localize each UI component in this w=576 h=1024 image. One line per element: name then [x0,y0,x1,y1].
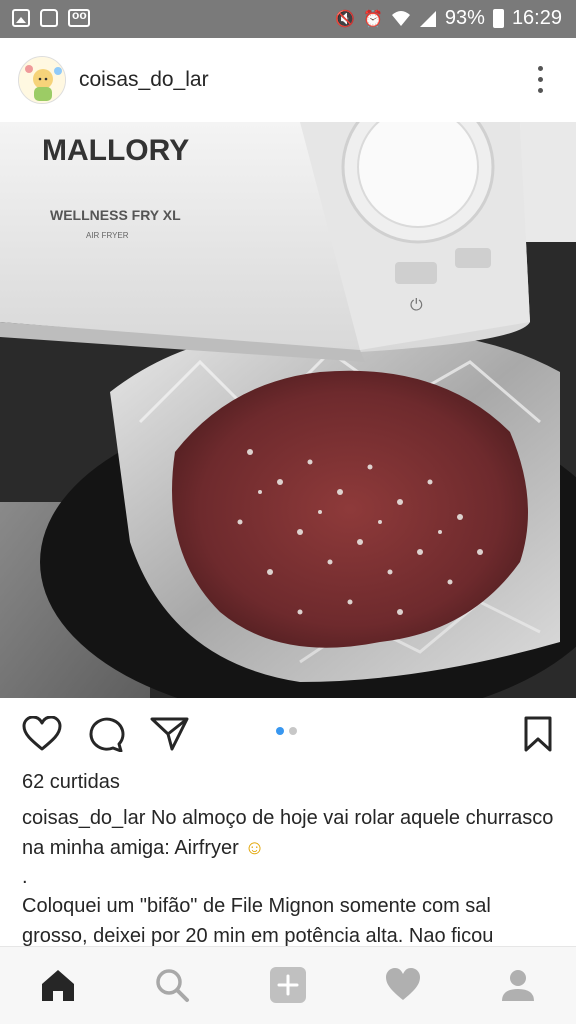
like-icon[interactable] [22,715,62,752]
status-system: 🔇 ⏰ 93% 16:29 [335,7,562,30]
clock: 16:29 [511,7,562,29]
profile-icon[interactable] [498,965,538,1005]
svg-text:⏻: ⏻ [410,295,423,314]
home-icon[interactable] [38,965,78,1005]
carousel-dot-active [276,727,284,735]
post-caption: coisas_do_lar No almoço de hoje vai rola… [22,803,558,951]
caption-username[interactable]: coisas_do_lar [22,807,145,829]
search-icon[interactable] [152,965,192,1005]
alarm-icon: ⏰ [362,9,383,28]
share-icon[interactable] [150,716,190,752]
photo-sub-text: AIR FRYER [86,231,129,240]
bottom-navigation [0,946,576,1024]
photo-model-text: WELLNESS FRY XL [50,207,181,223]
mute-icon: 🔇 [335,9,355,28]
caption-text-2: Coloquei um "bifão" de File Mignon somen… [22,895,494,947]
photo-brand-text: MALLORY [42,134,189,167]
post-username[interactable]: coisas_do_lar [79,68,209,92]
carousel-dot [289,727,297,735]
wifi-icon [391,10,410,26]
carousel-indicator [276,727,297,735]
post-actions [0,698,576,768]
smile-emoji: ☺ [244,837,265,859]
shopping-bag-icon [40,9,58,27]
avatar[interactable] [18,56,66,104]
bookmark-icon[interactable] [522,716,562,752]
voicemail-icon [68,8,90,27]
airfryer-photo: ⏻ MALLORY WELLNESS FRY XL AIR FRYER [0,122,576,698]
more-vertical-icon[interactable] [538,66,544,93]
caption-dot: . [22,866,28,888]
likes-count[interactable]: 62 curtidas [22,771,120,794]
add-icon[interactable] [268,965,308,1005]
status-bar: 🔇 ⏰ 93% 16:29 [0,0,576,38]
heart-icon[interactable] [383,965,423,1005]
avatar-illustration [19,57,65,103]
post-header: coisas_do_lar [0,38,576,122]
post-photo[interactable]: ⏻ MALLORY WELLNESS FRY XL AIR FRYER [0,122,576,698]
status-notifications [12,8,90,27]
image-icon [12,9,30,27]
signal-icon [419,10,436,27]
battery-icon [492,9,504,28]
comment-icon[interactable] [86,716,126,753]
battery-percent: 93% [444,7,485,29]
